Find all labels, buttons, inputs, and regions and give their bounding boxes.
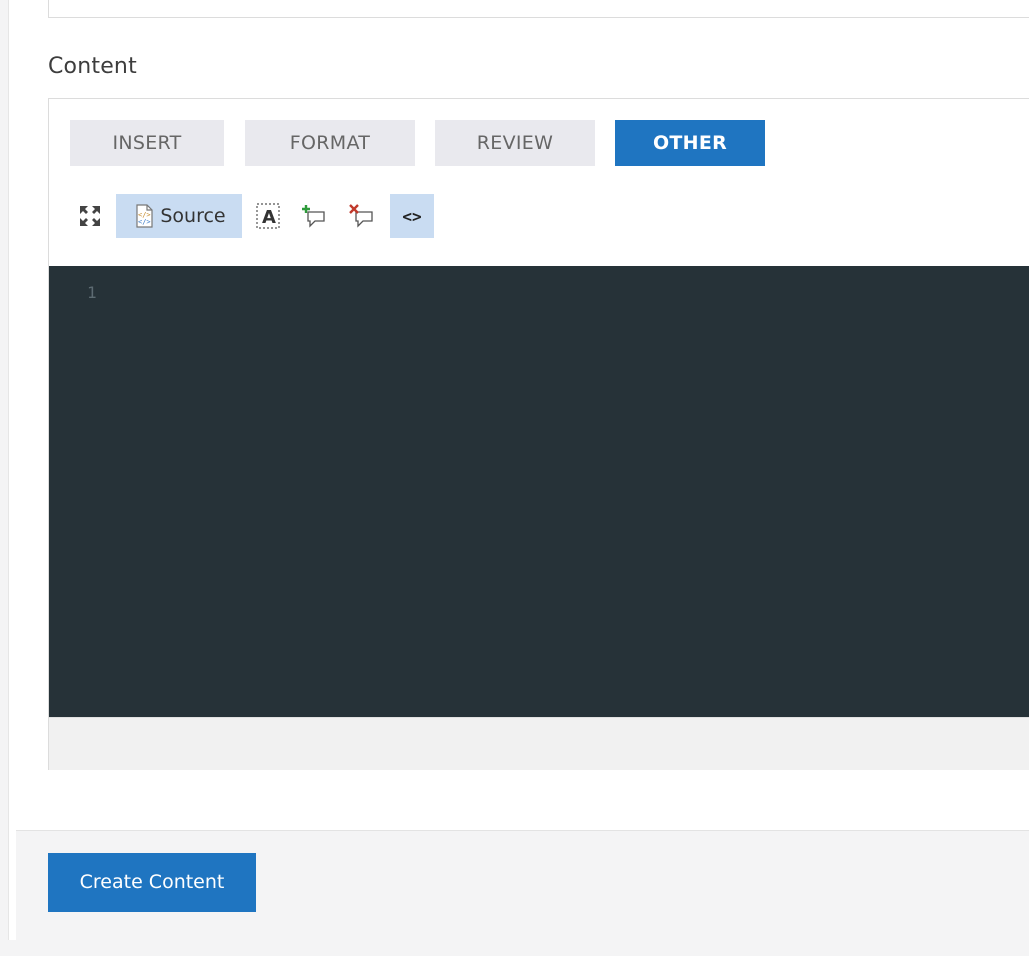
code-icon: <> (402, 206, 422, 226)
tab-other[interactable]: OTHER (615, 120, 765, 166)
source-label: Source (160, 205, 226, 227)
create-content-button[interactable]: Create Content (48, 853, 256, 912)
source-button[interactable]: </> </> Source (116, 194, 242, 238)
previous-field-bottom[interactable] (48, 0, 1029, 18)
remove-comment-icon (349, 204, 373, 228)
tab-format[interactable]: FORMAT (245, 120, 415, 166)
tab-insert[interactable]: INSERT (70, 120, 224, 166)
maximize-button[interactable] (70, 194, 110, 238)
source-icon: </> </> (136, 204, 153, 228)
select-all-button[interactable]: A (250, 194, 286, 238)
maximize-icon (80, 206, 100, 226)
code-editor-area[interactable]: 1 (49, 266, 1029, 717)
add-comment-icon (302, 205, 325, 228)
text-select-icon: A (256, 203, 280, 229)
content-field-label: Content (48, 54, 137, 79)
svg-text:A: A (262, 207, 276, 228)
tab-review[interactable]: REVIEW (435, 120, 595, 166)
code-button[interactable]: <> (390, 194, 434, 238)
line-number: 1 (87, 283, 97, 302)
rich-text-editor: INSERT FORMAT REVIEW OTHER </> </> Sourc… (48, 98, 1029, 770)
svg-text:</>: </> (138, 218, 151, 226)
editor-status-bar (49, 717, 1029, 770)
add-comment-button[interactable] (296, 194, 332, 238)
remove-comment-button[interactable] (342, 194, 382, 238)
editor-toolbar: </> </> Source A <> (70, 194, 470, 238)
